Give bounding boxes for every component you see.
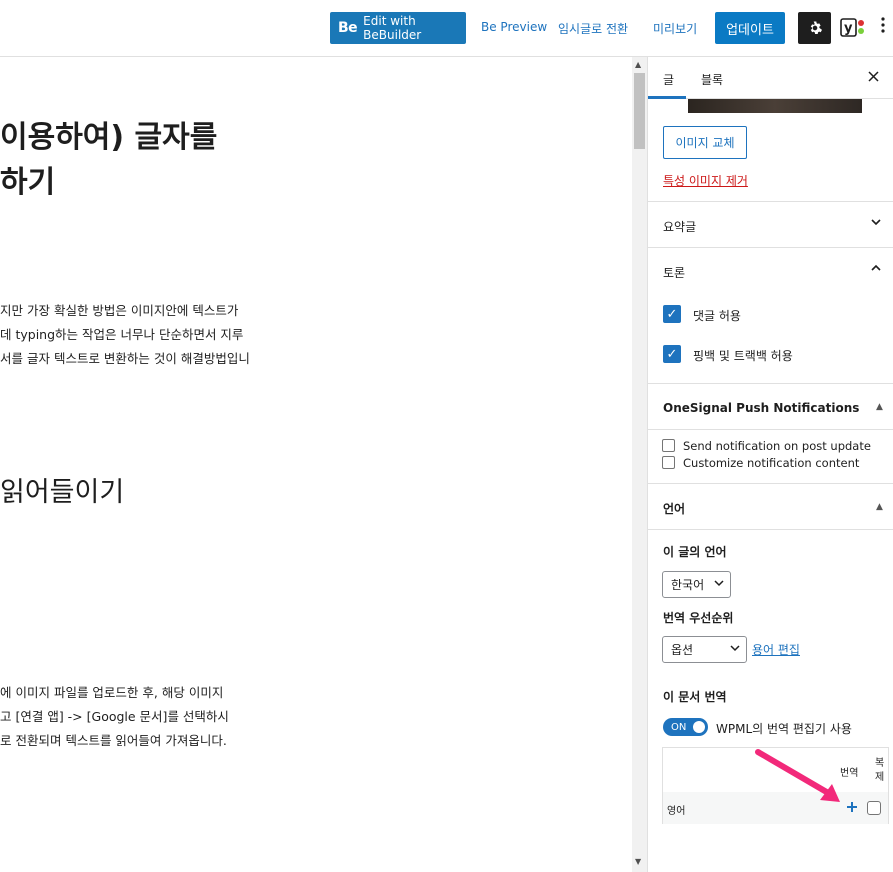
replace-image-button[interactable]: 이미지 교체 bbox=[663, 126, 747, 159]
row-language: 영어 bbox=[667, 806, 686, 817]
col-duplicate-header-2: 제 bbox=[875, 772, 885, 783]
editor-canvas[interactable]: 이용하여) 글자를 하기 지만 가장 확실한 방법은 이미지안에 텍스트가 데 … bbox=[0, 57, 632, 872]
customize-notification-label: Customize notification content bbox=[683, 456, 860, 470]
close-sidebar-button[interactable] bbox=[868, 67, 879, 86]
translate-document-label: 이 문서 번역 bbox=[663, 690, 727, 704]
bebuilder-label: Edit with BeBuilder bbox=[363, 14, 422, 42]
chevron-down-icon bbox=[714, 578, 724, 591]
onesignal-title: OneSignal Push Notifications bbox=[663, 401, 860, 415]
wpml-editor-label: WPML의 번역 편집기 사용 bbox=[716, 722, 852, 736]
onesignal-panel-header[interactable]: OneSignal Push Notifications ▲ bbox=[648, 383, 893, 429]
top-toolbar: Be Edit with BeBuilder Be Preview 임시글로 전… bbox=[0, 0, 893, 57]
paragraph-1-line-2[interactable]: 데 typing하는 작업은 너무나 단순하면서 지루 bbox=[0, 324, 243, 343]
language-panel-header[interactable]: 언어 ▲ bbox=[648, 483, 893, 529]
toggle-knob bbox=[693, 721, 705, 733]
annotation-arrow-icon bbox=[755, 749, 840, 802]
editor-scrollbar[interactable]: ▲ ▼ bbox=[632, 57, 647, 872]
settings-button[interactable] bbox=[798, 12, 831, 44]
col-duplicate-header-1: 복 bbox=[875, 758, 885, 769]
customize-notification-checkbox[interactable] bbox=[662, 456, 675, 469]
yoast-seo-button[interactable]: y bbox=[840, 16, 866, 40]
scroll-thumb[interactable] bbox=[634, 73, 645, 149]
edit-with-bebuilder-button[interactable]: Be Edit with BeBuilder bbox=[330, 12, 466, 44]
checkmark-icon: ✓ bbox=[666, 346, 678, 362]
yoast-icon: y bbox=[840, 18, 864, 37]
active-tab-indicator bbox=[648, 96, 686, 99]
paragraph-1-line-1[interactable]: 지만 가장 확실한 방법은 이미지안에 텍스트가 bbox=[0, 300, 238, 319]
chevron-down-icon bbox=[730, 643, 740, 656]
collapse-triangle-icon[interactable]: ▲ bbox=[876, 402, 883, 412]
translation-priority-value: 옵션 bbox=[671, 643, 694, 657]
post-language-select[interactable]: 한국어 bbox=[662, 571, 731, 598]
tab-post[interactable]: 글 bbox=[663, 71, 674, 88]
send-notification-label: Send notification on post update bbox=[683, 439, 871, 453]
tab-block[interactable]: 블록 bbox=[701, 71, 723, 88]
chevron-up-icon[interactable] bbox=[870, 262, 882, 277]
scroll-up-arrow-icon[interactable]: ▲ bbox=[635, 60, 641, 69]
allow-comments-checkbox[interactable]: ✓ bbox=[663, 305, 681, 323]
post-language-value: 한국어 bbox=[671, 578, 705, 592]
language-title: 언어 bbox=[663, 502, 686, 516]
allow-pingbacks-label: 핑백 및 트랙백 허용 bbox=[693, 349, 793, 363]
translation-priority-select[interactable]: 옵션 bbox=[662, 636, 747, 663]
remove-featured-image-link[interactable]: 특성 이미지 제거 bbox=[663, 172, 748, 189]
more-options-button[interactable] bbox=[880, 16, 886, 40]
more-vertical-icon bbox=[881, 17, 885, 33]
featured-image-preview[interactable] bbox=[688, 99, 862, 113]
post-title-line-1[interactable]: 이용하여) 글자를 bbox=[0, 112, 217, 156]
update-button[interactable]: 업데이트 bbox=[715, 12, 785, 44]
sidebar-tabs: 글 블록 bbox=[648, 57, 893, 99]
preview-button[interactable]: 미리보기 bbox=[653, 20, 697, 37]
scroll-down-arrow-icon[interactable]: ▼ bbox=[635, 857, 641, 866]
post-title-line-2[interactable]: 하기 bbox=[0, 157, 55, 201]
edit-terms-link[interactable]: 용어 편집 bbox=[752, 641, 800, 658]
chevron-down-icon bbox=[870, 216, 882, 231]
post-language-label: 이 글의 언어 bbox=[663, 545, 727, 559]
be-preview-link[interactable]: Be Preview bbox=[481, 20, 547, 34]
allow-comments-label: 댓글 허용 bbox=[693, 309, 741, 323]
save-draft-button[interactable]: 임시글로 전환 bbox=[558, 20, 628, 37]
discussion-panel: 토론 ✓ 댓글 허용 ✓ 핑백 및 트랙백 허용 bbox=[648, 247, 893, 383]
discussion-title[interactable]: 토론 bbox=[663, 264, 685, 281]
duplicate-checkbox[interactable] bbox=[867, 801, 881, 815]
heading-2[interactable]: 읽어들이기 bbox=[0, 470, 124, 509]
svg-text:y: y bbox=[844, 21, 853, 36]
checkmark-icon: ✓ bbox=[666, 306, 678, 322]
allow-pingbacks-checkbox[interactable]: ✓ bbox=[663, 345, 681, 363]
toggle-state: ON bbox=[671, 721, 687, 733]
excerpt-panel-header[interactable]: 요약글 bbox=[648, 201, 893, 247]
send-notification-checkbox[interactable] bbox=[662, 439, 675, 452]
onesignal-panel-body: Send notification on post update Customi… bbox=[648, 429, 893, 483]
paragraph-2-line-2[interactable]: 고 [연결 앱] -> [Google 문서]를 선택하시 bbox=[0, 706, 229, 725]
wpml-editor-toggle[interactable]: ON bbox=[663, 718, 708, 736]
collapse-triangle-icon[interactable]: ▲ bbox=[876, 502, 883, 512]
paragraph-2-line-1[interactable]: 에 이미지 파일를 업로드한 후, 해당 이미지 bbox=[0, 682, 223, 701]
gear-icon bbox=[810, 21, 822, 34]
paragraph-2-line-3[interactable]: 로 전환되며 텍스트를 읽어들여 가져옵니다. bbox=[0, 730, 227, 749]
excerpt-title: 요약글 bbox=[663, 220, 697, 234]
bebuilder-logo: Be bbox=[338, 20, 358, 36]
paragraph-1-line-3[interactable]: 서를 글자 텍스트로 변환하는 것이 해결방법입니 bbox=[0, 348, 250, 367]
close-icon bbox=[868, 71, 879, 82]
translation-priority-label: 번역 우선순위 bbox=[663, 611, 734, 625]
